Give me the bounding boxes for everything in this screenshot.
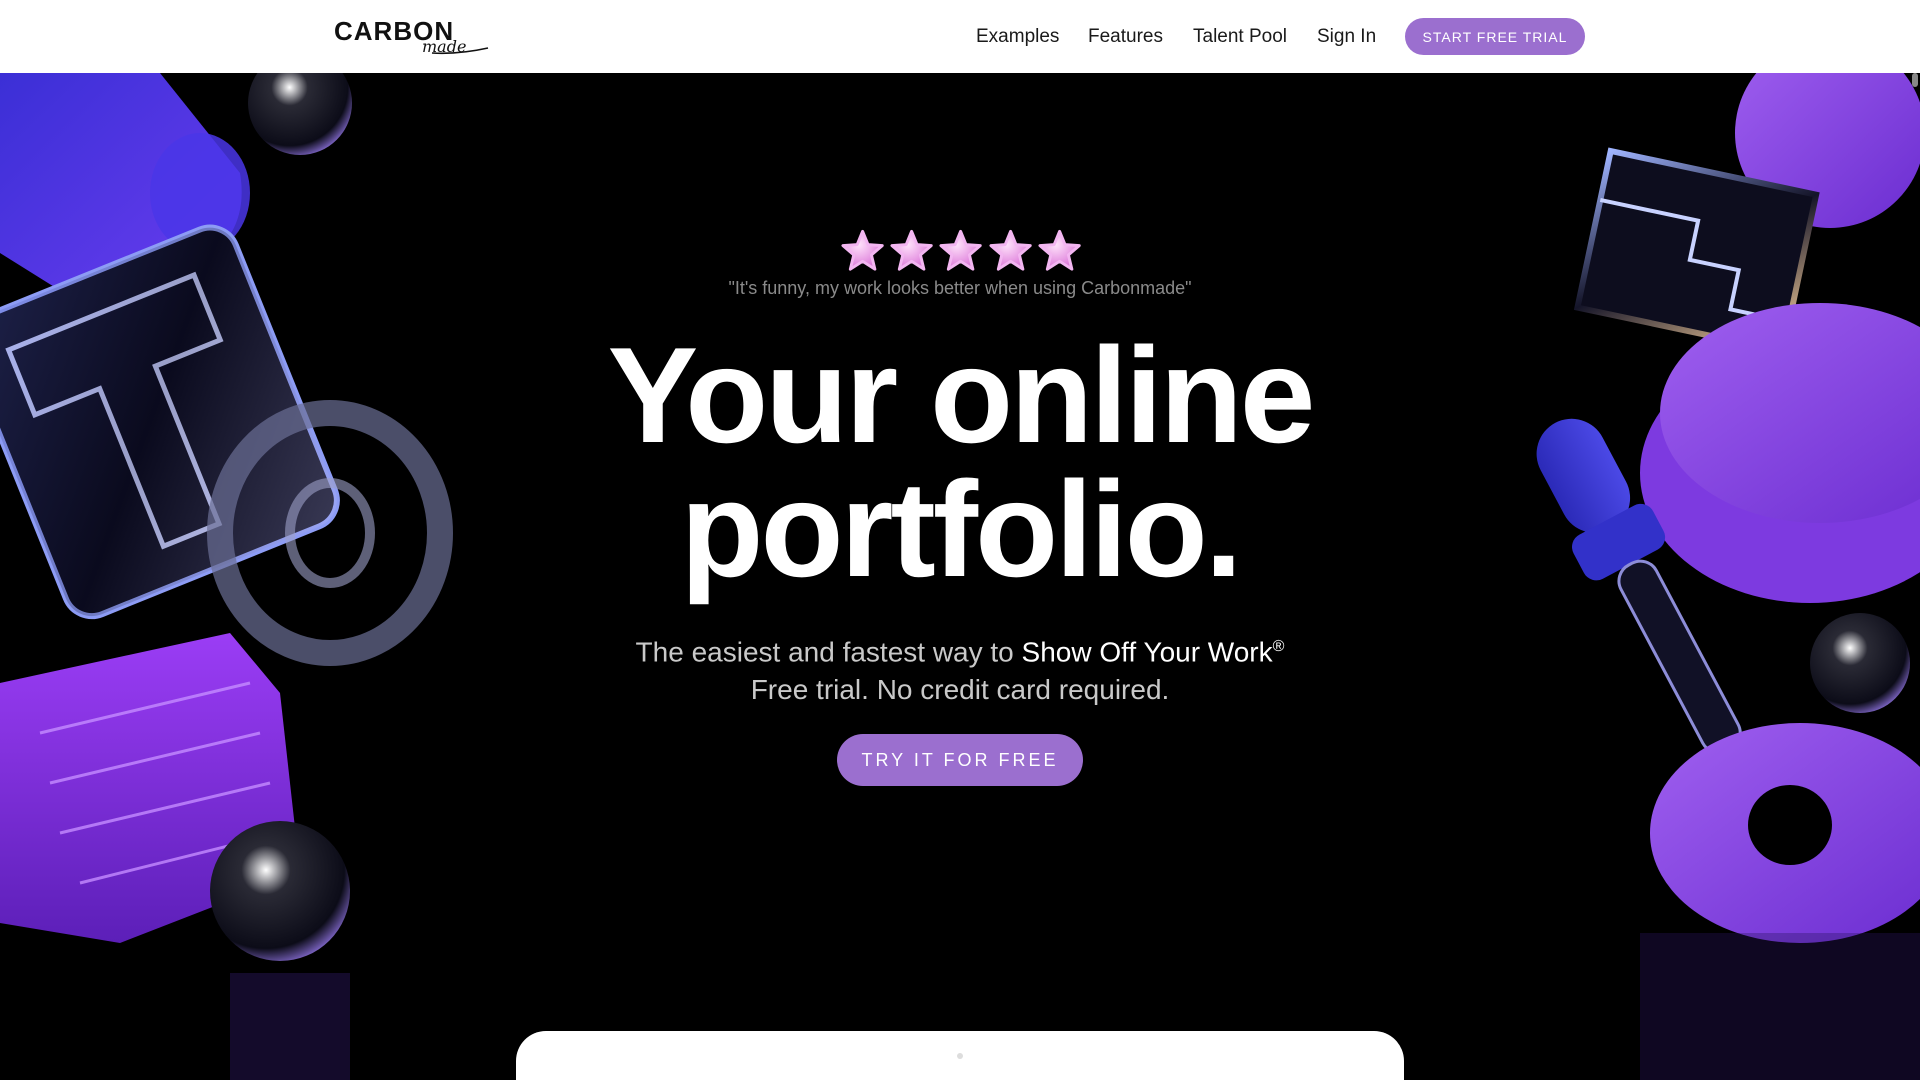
try-it-for-free-button[interactable]: TRY IT FOR FREE	[837, 734, 1083, 786]
carbonmade-logo[interactable]: CARBON made	[334, 16, 494, 56]
subheading-free-trial-note: Free trial. No credit card required.	[750, 674, 1170, 706]
rating-stars	[840, 228, 1082, 274]
card-camera-dot	[957, 1053, 963, 1059]
testimonial-quote: "It's funny, my work looks better when u…	[728, 278, 1192, 298]
subheading-prefix: The easiest and fastest way to	[635, 636, 1022, 668]
star-icon	[890, 229, 933, 271]
nav-sign-in[interactable]: Sign In	[1317, 26, 1376, 48]
headline-line-1: Your online	[607, 319, 1316, 471]
star-icon	[989, 229, 1032, 271]
preview-card	[516, 1031, 1404, 1080]
subheading-highlight: Show Off Your Work	[1021, 636, 1273, 668]
start-free-trial-button[interactable]: START FREE TRIAL	[1405, 18, 1585, 55]
hero-headline: Your online portfolio.	[0, 327, 1920, 597]
nav-examples[interactable]: Examples	[976, 26, 1059, 48]
hero-section: "It's funny, my work looks better when u…	[0, 73, 1920, 1080]
star-icon	[1038, 229, 1081, 271]
registered-mark: ®	[1272, 638, 1285, 655]
star-icon	[939, 229, 983, 271]
top-navigation-bar: CARBON made Examples Features Talent Poo…	[0, 0, 1920, 73]
logo-swash-icon	[431, 47, 489, 55]
hero-subheading: The easiest and fastest way to Show Off …	[0, 628, 1920, 709]
headline-line-2: portfolio.	[680, 453, 1242, 605]
scrollbar-thumb[interactable]	[1912, 73, 1918, 87]
nav-talent-pool[interactable]: Talent Pool	[1193, 26, 1287, 48]
star-icon	[841, 229, 884, 271]
nav-features[interactable]: Features	[1088, 26, 1163, 48]
